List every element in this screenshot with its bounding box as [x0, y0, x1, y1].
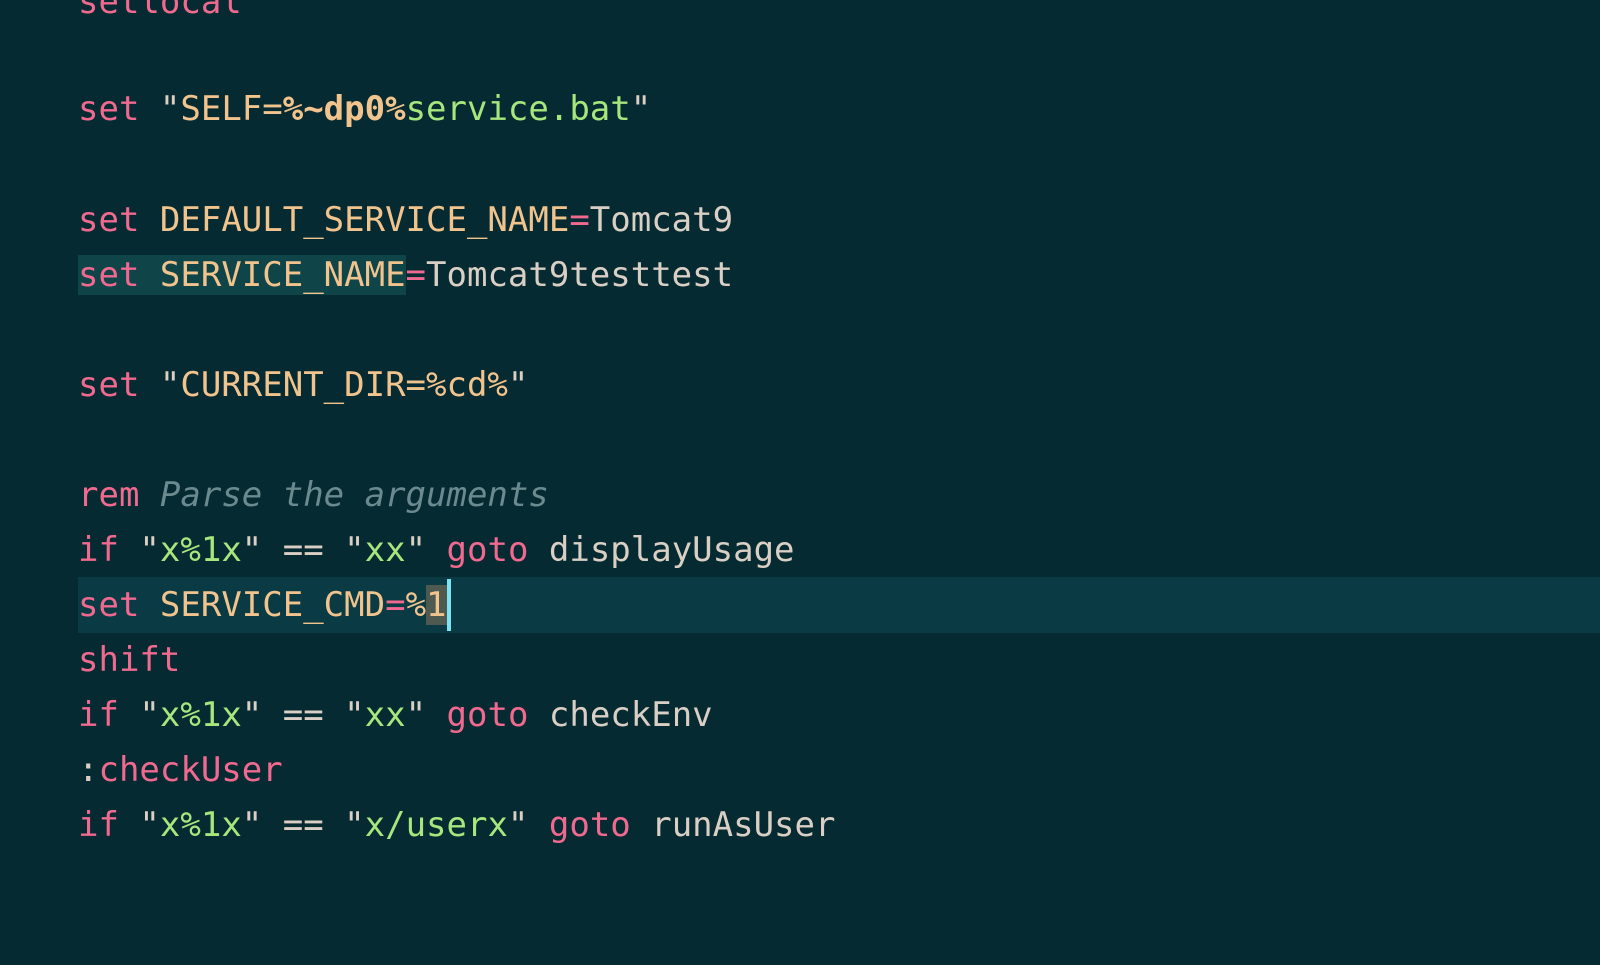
quote: " — [405, 530, 447, 570]
code-line[interactable]: setlocal — [0, 0, 1600, 30]
comparison-operator: " == " — [241, 530, 365, 570]
code-line[interactable]: shift — [0, 632, 1600, 688]
assign-operator: = — [569, 200, 590, 240]
quote: " — [118, 805, 160, 845]
assign-operator: = — [385, 585, 406, 625]
keyword-goto: goto — [446, 530, 529, 570]
keyword-goto: goto — [548, 805, 631, 845]
quote: " — [405, 695, 447, 735]
keyword-goto: goto — [446, 695, 529, 735]
keyword-shift: shift — [78, 640, 181, 680]
quote: " — [507, 365, 529, 405]
keyword-setlocal: setlocal — [78, 0, 242, 22]
string-value: x/userx — [364, 805, 508, 845]
variable-expansion: % — [405, 585, 427, 625]
code-line[interactable]: rem Parse the arguments — [0, 467, 1600, 523]
string-value: x%1x — [159, 530, 242, 570]
quote: " — [507, 805, 549, 845]
quote: " — [118, 695, 160, 735]
value: Tomcat9 — [589, 200, 734, 240]
variable-name: SELF= — [180, 89, 283, 129]
code-line[interactable]: set DEFAULT_SERVICE_NAME=Tomcat9 — [0, 192, 1600, 248]
code-line[interactable]: set "SELF=%~dp0%service.bat" — [0, 81, 1600, 137]
code-line[interactable]: if "x%1x" == "xx" goto displayUsage — [0, 522, 1600, 578]
variable-name: DEFAULT_SERVICE_NAME — [159, 200, 570, 240]
keyword-set: set — [78, 365, 140, 405]
string-value: xx — [364, 695, 406, 735]
label-name: checkUser — [98, 750, 283, 790]
code-line[interactable]: set "CURRENT_DIR=%cd%" — [0, 357, 1600, 413]
keyword-rem: rem — [78, 475, 140, 515]
string-value: x%1x — [159, 805, 242, 845]
keyword-if: if — [78, 530, 119, 570]
selection-highlight: set SERVICE_NAME — [78, 255, 406, 295]
string-value: service.bat — [405, 89, 631, 129]
quote: " — [118, 530, 160, 570]
keyword-set: set — [78, 89, 140, 129]
comment: Parse the arguments — [159, 475, 549, 515]
string-value: x%1x — [159, 695, 242, 735]
code-editor[interactable]: setlocal set "SELF=%~dp0%service.bat" se… — [0, 0, 1600, 847]
keyword-if: if — [78, 805, 119, 845]
matched-char: 1 — [426, 585, 447, 625]
assign-operator: = — [405, 255, 427, 295]
label-colon: : — [78, 750, 99, 790]
variable-expansion: %cd% — [426, 365, 508, 405]
variable-expansion: %~dp0% — [282, 89, 406, 129]
text-cursor — [446, 579, 451, 631]
label-ref: checkEnv — [528, 695, 713, 735]
variable-name: CURRENT_DIR= — [180, 365, 427, 405]
code-line[interactable]: set SERVICE_NAME=Tomcat9testtest — [0, 247, 1600, 303]
comparison-operator: " == " — [241, 805, 365, 845]
code-line[interactable]: if "x%1x" == "xx" goto checkEnv — [0, 687, 1600, 743]
comparison-operator: " == " — [241, 695, 365, 735]
variable-name: SERVICE_NAME — [159, 255, 406, 295]
label-ref: runAsUser — [630, 805, 836, 845]
keyword-set: set — [78, 585, 140, 625]
quote: " — [139, 89, 181, 129]
quote: " — [630, 89, 652, 129]
keyword-if: if — [78, 695, 119, 735]
quote: " — [139, 365, 181, 405]
code-line[interactable]: if "x%1x" == "x/userx" goto runAsUser — [0, 797, 1600, 853]
label-ref: displayUsage — [528, 530, 795, 570]
current-line[interactable]: set SERVICE_CMD=%1 — [78, 577, 1600, 633]
keyword-set: set — [78, 200, 140, 240]
code-line[interactable]: :checkUser — [0, 742, 1600, 798]
keyword-set: set — [78, 255, 140, 295]
variable-name: SERVICE_CMD — [159, 585, 386, 625]
value: Tomcat9testtest — [426, 255, 734, 295]
string-value: xx — [364, 530, 406, 570]
